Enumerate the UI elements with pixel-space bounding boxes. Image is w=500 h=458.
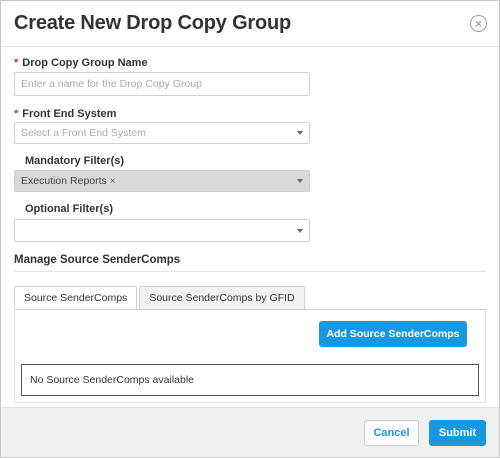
create-drop-copy-group-dialog: Create New Drop Copy Group × * Drop Copy … bbox=[0, 0, 500, 458]
empty-state-message: No Source SenderComps available bbox=[21, 364, 479, 396]
remove-chip-icon: × bbox=[109, 176, 116, 187]
required-marker: * bbox=[14, 108, 19, 120]
optional-filters-select[interactable] bbox=[14, 219, 310, 242]
tab-source-sendercomps[interactable]: Source SenderComps bbox=[14, 286, 138, 310]
dialog-footer: Cancel Submit bbox=[1, 407, 499, 457]
sendercomp-tabs: Source SenderComps Source SenderComps by… bbox=[14, 286, 305, 310]
mandatory-filters-label: Mandatory Filter(s) bbox=[25, 155, 125, 167]
tab-panel: Add Source SenderComps No Source SenderC… bbox=[14, 309, 486, 403]
add-source-sendercomps-button[interactable]: Add Source SenderComps bbox=[319, 321, 467, 347]
close-icon[interactable]: × bbox=[470, 15, 487, 32]
front-end-system-placeholder: Select a Front End System bbox=[21, 127, 146, 139]
cancel-button[interactable]: Cancel bbox=[364, 420, 419, 446]
section-title: Manage Source SenderComps bbox=[14, 254, 181, 266]
chevron-down-icon bbox=[297, 228, 303, 233]
dialog-title: Create New Drop Copy Group bbox=[14, 12, 292, 34]
filter-chip: Execution Reports × bbox=[21, 175, 116, 187]
chevron-down-icon bbox=[297, 179, 303, 183]
submit-button[interactable]: Submit bbox=[429, 420, 486, 446]
section-divider bbox=[14, 271, 486, 272]
required-marker: * bbox=[14, 57, 19, 69]
dialog-header: Create New Drop Copy Group × bbox=[1, 1, 499, 47]
optional-filters-label: Optional Filter(s) bbox=[25, 203, 113, 215]
tab-source-sendercomps-by-gfid[interactable]: Source SenderComps by GFID bbox=[139, 286, 305, 310]
group-name-input[interactable] bbox=[14, 72, 310, 96]
front-end-system-label: * Front End System bbox=[14, 108, 117, 120]
chevron-down-icon bbox=[297, 131, 303, 135]
front-end-system-select[interactable]: Select a Front End System bbox=[14, 122, 310, 144]
mandatory-filters-select: Execution Reports × bbox=[14, 170, 310, 192]
group-name-label: * Drop Copy Group Name bbox=[14, 57, 148, 69]
